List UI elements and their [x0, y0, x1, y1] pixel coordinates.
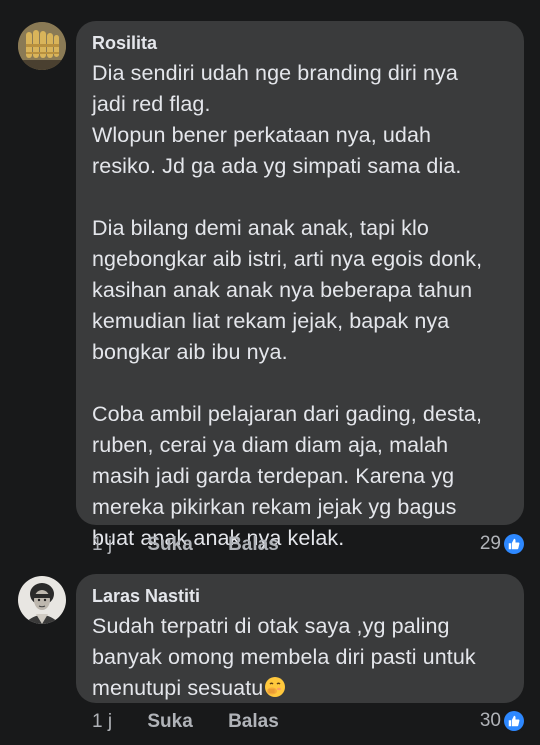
comment-author[interactable]: Laras Nastiti: [92, 584, 508, 608]
reaction-count: 29: [479, 533, 501, 554]
comment-author[interactable]: Rosilita: [92, 31, 508, 55]
comment-actions: 1 j Suka Balas: [92, 533, 279, 557]
reaction-count: 30: [479, 710, 501, 731]
thumbs-up-icon: [504, 711, 524, 731]
reply-button[interactable]: Balas: [228, 710, 279, 734]
comment-text: Dia sendiri udah nge branding diri nya j…: [92, 61, 483, 550]
comment-timestamp[interactable]: 1 j: [92, 710, 112, 734]
thumbs-up-icon: [504, 534, 524, 554]
like-button[interactable]: Suka: [147, 533, 192, 557]
avatar[interactable]: [18, 22, 66, 70]
comment-actions: 1 j Suka Balas: [92, 710, 279, 734]
avatar-image: [18, 22, 66, 70]
reaction-summary[interactable]: 30: [480, 709, 524, 733]
avatar[interactable]: [18, 576, 66, 624]
reaction-summary[interactable]: 29: [480, 532, 524, 556]
comment-bubble: Laras Nastiti Sudah terpatri di otak say…: [76, 574, 524, 703]
comment-text: Sudah terpatri di otak saya ,yg paling b…: [92, 611, 508, 704]
reply-button[interactable]: Balas: [228, 533, 279, 557]
face-with-hand-over-mouth-icon: [264, 676, 286, 698]
avatar-image: [18, 576, 66, 624]
like-button[interactable]: Suka: [147, 710, 192, 734]
comment-bubble: Rosilita Dia sendiri udah nge branding d…: [76, 21, 524, 550]
comment-timestamp[interactable]: 1 j: [92, 533, 112, 557]
